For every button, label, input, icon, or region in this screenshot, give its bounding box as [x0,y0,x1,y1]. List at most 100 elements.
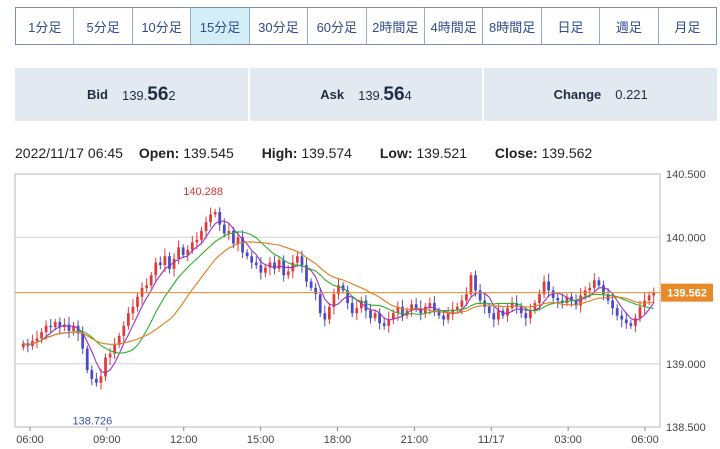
candle-body [442,315,445,320]
candle-body [529,310,532,319]
bid-label: Bid [87,87,108,102]
quote-panel: Bid 139.562 Ask 139.564 Change 0.221 [15,68,718,121]
high-value: 139.574 [301,145,352,161]
tab-8[interactable]: 8時間足 [483,8,542,44]
candle-body [323,313,327,320]
candle-body [506,308,509,316]
candle-body [200,230,203,240]
tab-2[interactable]: 10分足 [133,8,192,44]
low-annotation: 138.726 [72,415,112,427]
low-label: Low: [379,145,413,161]
candle-body [90,370,94,379]
candle-body [53,322,57,328]
bid-value: 139.562 [122,84,176,106]
candle-body [209,214,212,223]
candle-body [547,281,551,291]
x-tick-label: 06:00 [631,434,659,446]
candle-body [195,239,199,243]
candle-body [355,308,359,314]
candle-body [446,313,450,320]
candle-body [465,294,468,301]
candle-body [369,310,372,319]
candle-body [615,308,619,316]
ask-fraction: 4 [404,87,412,103]
y-tick-label: 138.500 [666,422,706,434]
change-box: Change 0.221 [484,68,718,121]
candle-body [44,325,48,333]
tab-3[interactable]: 15分足 [191,8,250,44]
ohlc-readout: 2022/11/17 06:45 Open: 139.545 High: 139… [15,145,616,161]
y-tick-label: 140.000 [666,232,706,244]
candle-body [382,323,386,326]
candle-body [414,304,418,309]
tab-0[interactable]: 1分足 [16,8,75,44]
high-label: High: [261,145,298,161]
candle-body [314,287,318,295]
candle-body [474,275,477,291]
candle-body [264,267,267,273]
y-tick-label: 140.500 [666,169,706,181]
candle-body [524,313,528,319]
candle-body [35,338,39,341]
tab-4[interactable]: 30分足 [250,8,309,44]
ask-prefix: 139. [358,87,384,103]
candle-body [638,306,642,319]
ask-label: Ask [320,87,345,102]
x-tick-label: 12:00 [170,434,198,446]
candle-body [213,211,217,215]
candle-body [286,271,290,276]
y-tick-label: 139.000 [666,359,706,371]
candle-body [181,247,185,255]
tab-6[interactable]: 2時間足 [367,8,425,44]
candle-body [592,280,596,288]
candle-body [122,325,126,336]
candle-body [163,256,167,266]
bid-pips: 56 [147,83,169,105]
candle-body [460,300,464,307]
timeframe-tabs: 1分足 5分足 10分足 15分足 30分足 60分足 2時間足 4時間足 8時間足 日足 週足 月足 [15,7,717,45]
ask-pips: 56 [383,83,405,105]
tab-1[interactable]: 5分足 [74,8,133,44]
candle-body [588,287,592,291]
candle-body [99,376,103,383]
candle-body [218,211,222,225]
tab-11[interactable]: 月足 [659,8,716,44]
x-tick-label: 09:00 [93,434,121,446]
candle-body [277,260,281,269]
tab-10[interactable]: 週足 [600,8,659,44]
candle-body [318,294,322,314]
candle-body [204,222,208,231]
candle-body [350,303,354,314]
candle-body [556,297,560,301]
close-label: Close: [494,145,538,161]
candle-body [172,258,176,269]
change-value: 0.221 [615,87,648,102]
tab-9[interactable]: 日足 [542,8,601,44]
candle-body [455,306,459,310]
bid-box: Bid 139.562 [15,68,248,121]
candle-body [647,295,651,301]
price-chart[interactable]: 140.500 140.000 139.000 138.500 06:00 09:00 12… [0,165,720,449]
x-tick-label: 11/17 [478,434,505,446]
candle-body [95,378,98,383]
bid-fraction: 2 [168,87,176,103]
candle-body [629,323,633,326]
candle-body [40,332,43,339]
candle-body [428,303,432,307]
candle-body [126,313,130,326]
candle-body [158,262,162,266]
candle-body [282,260,286,276]
ask-box: Ask 139.564 [249,68,483,121]
tab-7[interactable]: 4時間足 [425,8,484,44]
tab-5[interactable]: 60分足 [308,8,367,44]
candle-body [259,265,263,273]
high-annotation: 140.288 [183,186,223,198]
candle-body [624,319,628,324]
candle-body [620,315,624,320]
ask-value: 139.564 [358,84,412,106]
low-value: 139.521 [416,145,467,161]
x-tick-label: 21:00 [401,434,429,446]
open-value: 139.545 [183,145,234,161]
candle-body [236,237,240,244]
candle-body [49,325,53,328]
